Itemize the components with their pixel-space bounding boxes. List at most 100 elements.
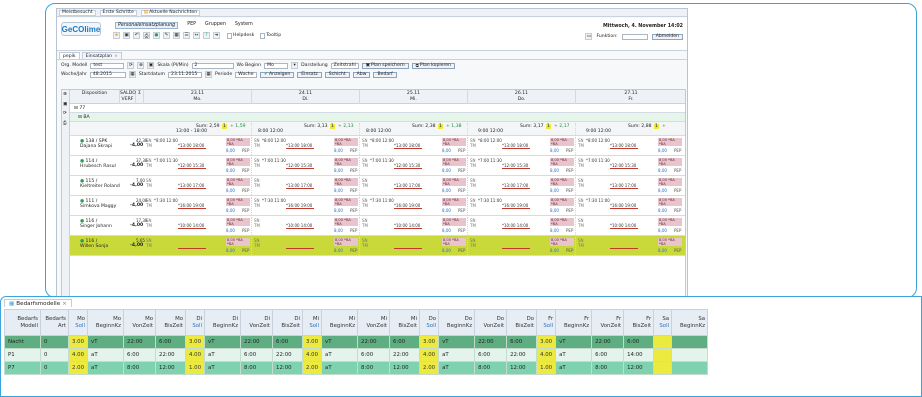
shift-cell[interactable]: SN TM *7:30 11:00 *16:00 19:00 8,00 *BA *BA 8… — [144, 197, 252, 215]
shift-cell[interactable]: SN TM *10:00 14:00 8,00 *BA *BA 8,00 PEP — [468, 217, 576, 235]
table-cell[interactable] — [671, 335, 709, 349]
abw-button[interactable]: Abw — [352, 71, 371, 78]
table-cell[interactable]: 12:00 — [623, 361, 655, 375]
table-cell[interactable]: 6:00 — [272, 335, 304, 349]
table-cell[interactable]: 8:00 — [474, 361, 508, 375]
shift-cell[interactable]: SN TM *7:30 11:00 *16:00 19:00 8,00 *BA *BA 8… — [468, 197, 576, 215]
shift-cell[interactable]: SN TM *7:30 11:00 *16:00 19:00 8,00 *BA *BA 8… — [360, 197, 468, 215]
table-cell[interactable]: aT — [204, 348, 242, 362]
table-cell[interactable]: aT — [87, 361, 125, 375]
table-cell[interactable]: P1 — [4, 348, 41, 362]
anzeigen-button[interactable]: ✔ Anzeigen — [260, 71, 295, 78]
menu-system[interactable]: System — [235, 22, 253, 29]
shift-cell[interactable]: SN TM *7:30 11:00 *16:00 19:00 8,00 *BA *BA 8… — [576, 197, 685, 215]
employee-row[interactable]: ● 116 /Willen Sonja -4,00 5,65 SN TM 8,00 *BA… — [70, 236, 685, 256]
employee-row[interactable]: ● 138 / SPK Dajana Skrapi -4,00 42,38 SN TM *8… — [70, 136, 685, 156]
users-icon[interactable]: ● — [153, 32, 160, 39]
bookmark-meistbesucht[interactable]: Meistbesucht — [59, 9, 96, 16]
table-cell[interactable]: 22:00 — [389, 348, 421, 362]
table-cell[interactable] — [653, 335, 673, 349]
table-cell[interactable]: 22:00 — [155, 348, 187, 362]
group-row[interactable]: ⊟ BA — [70, 113, 685, 122]
edit-icon[interactable]: ✎ — [163, 32, 170, 39]
table-cell[interactable]: vT — [555, 335, 593, 349]
table-cell[interactable]: 2.00 — [67, 361, 89, 375]
employee-row[interactable]: ● 114 /Hrubesch Rasul -4,00 37,38 SN TM *7:00… — [70, 156, 685, 176]
help-icon[interactable]: ? — [203, 32, 210, 39]
table-cell[interactable]: 12:00 — [389, 361, 421, 375]
table-cell[interactable]: 3.00 — [419, 335, 440, 349]
column-header[interactable]: Mi BeginnKz — [321, 309, 359, 336]
menu-personaleinsatzplanung[interactable]: Personaleinsatzplanung — [115, 22, 179, 29]
employee-row[interactable]: ● 111 /Simkova Maggy -4,00 24,08 SN TM *7:30 … — [70, 196, 685, 216]
close-icon[interactable]: × — [114, 54, 118, 59]
table-cell[interactable] — [671, 348, 709, 362]
table-row[interactable]: Nacht 0 3.00 vT 22:00 6:00 3.00 vT 22:00 6:00 3.00… — [4, 335, 709, 349]
shift-cell[interactable]: SN TM *10:00 14:00 8,00 *BA *BA 8,00 PEP — [144, 217, 252, 235]
table-cell[interactable]: 6:00 — [240, 348, 274, 362]
table-cell[interactable]: 12:00 — [506, 361, 538, 375]
table-cell[interactable]: 8:00 — [240, 361, 274, 375]
print-icon[interactable]: ⎙ — [63, 120, 67, 126]
tab-bedarfsmodelle[interactable]: ▦ Bedarfsmodelle × — [4, 299, 72, 307]
column-header[interactable]: Bedarfs Modell — [4, 309, 41, 336]
shift-cell[interactable]: SN TM 8,00 *BA *BA 8,00 PEP — [576, 237, 685, 255]
table-cell[interactable]: 6:00 — [357, 348, 391, 362]
table-cell[interactable]: aT — [321, 348, 359, 362]
column-header[interactable]: Mi BisZeit — [389, 309, 421, 336]
table-cell[interactable]: Nacht — [4, 335, 41, 349]
monitor-icon[interactable]: ▭ — [585, 33, 593, 40]
table-cell[interactable]: 8:00 — [123, 361, 157, 375]
shift-cell[interactable]: SN TM *10:00 14:00 8,00 *BA *BA 8,00 PEP — [576, 217, 685, 235]
column-header[interactable]: Fr BisZeit — [623, 309, 655, 336]
column-header[interactable]: Mo VonZeit — [123, 309, 157, 336]
column-header[interactable]: Mi Soll — [302, 309, 323, 336]
funktion-input[interactable] — [621, 33, 648, 40]
column-header[interactable]: Sa BeginnKz — [671, 309, 709, 336]
shift-cell[interactable]: SN TM *8:00 12:00 *13:00 18:00 8,00 *BA *BA 8… — [360, 137, 468, 155]
shift-cell[interactable]: SN TM *10:00 14:00 8,00 *BA *BA 8,00 PEP — [360, 217, 468, 235]
table-cell[interactable]: 4.00 — [536, 348, 557, 362]
refresh-icon[interactable]: ⟳ — [127, 62, 135, 69]
table-cell[interactable]: 0 — [40, 348, 69, 362]
tab-pepik[interactable]: pepik — [59, 52, 80, 59]
tree-root-row[interactable]: ⊟ 77 — [70, 104, 685, 113]
abmelden-button[interactable]: Abmelden — [651, 33, 683, 40]
column-header[interactable]: Mi VonZeit — [357, 309, 391, 336]
column-header[interactable]: Fr VonZeit — [591, 309, 625, 336]
header-day-0[interactable]: 23.11 Mo. — [144, 90, 252, 104]
shift-cell[interactable]: SN TM *13:00 17:00 8,00 *BA *BA 8,00 PEP — [360, 177, 468, 195]
table-cell[interactable]: 0 — [40, 335, 69, 349]
table-cell[interactable]: aT — [87, 348, 125, 362]
plan-speichern-button[interactable]: ▣ Plan speichern — [361, 62, 409, 69]
column-header[interactable]: Fr BeginnKz — [555, 309, 593, 336]
table-cell[interactable]: aT — [438, 361, 476, 375]
column-header[interactable]: Do BisZeit — [506, 309, 538, 336]
column-header[interactable]: Mo BeginnKz — [87, 309, 125, 336]
table-cell[interactable]: 12:00 — [272, 361, 304, 375]
bookmark-nachrichten[interactable]: ▤ Aktuelle Nachrichten — [140, 9, 201, 16]
menu-pep[interactable]: PEP — [187, 22, 196, 29]
calendar-icon[interactable]: ▦ — [173, 32, 180, 39]
column-header[interactable]: Di BisZeit — [272, 309, 304, 336]
shift-cell[interactable]: SN TM 8,00 *BA *BA 8,00 PEP — [468, 237, 576, 255]
shift-cell[interactable]: SN TM *8:00 12:00 *13:00 18:00 8,00 *BA *BA 8… — [576, 137, 685, 155]
skala-input[interactable]: 2 — [191, 62, 234, 69]
table-cell[interactable]: 3.00 — [185, 335, 206, 349]
table-cell[interactable]: aT — [555, 348, 593, 362]
shift-cell[interactable]: SN TM 8,00 *BA *BA 8,00 PEP — [360, 237, 468, 255]
table-cell[interactable]: aT — [204, 361, 242, 375]
table-cell[interactable]: 4.00 — [419, 348, 440, 362]
table-cell[interactable]: 6:00 — [389, 335, 421, 349]
save-icon[interactable]: ▣ — [123, 32, 130, 39]
refresh-icon[interactable]: ⟳ — [63, 111, 67, 116]
chevron-down-icon[interactable]: ▾ — [291, 62, 299, 69]
column-header[interactable]: Di VonZeit — [240, 309, 274, 336]
undo-icon[interactable]: ↶ — [133, 32, 140, 39]
header-day-1[interactable]: 24.11 Di. — [252, 90, 360, 104]
save-icon[interactable]: ▣ — [63, 102, 67, 107]
calendar-icon[interactable]: ▦ — [128, 71, 136, 78]
table-cell[interactable]: 12:00 — [155, 361, 187, 375]
list-icon[interactable]: ☰ — [183, 32, 190, 39]
table-cell[interactable]: 8:00 — [357, 361, 391, 375]
